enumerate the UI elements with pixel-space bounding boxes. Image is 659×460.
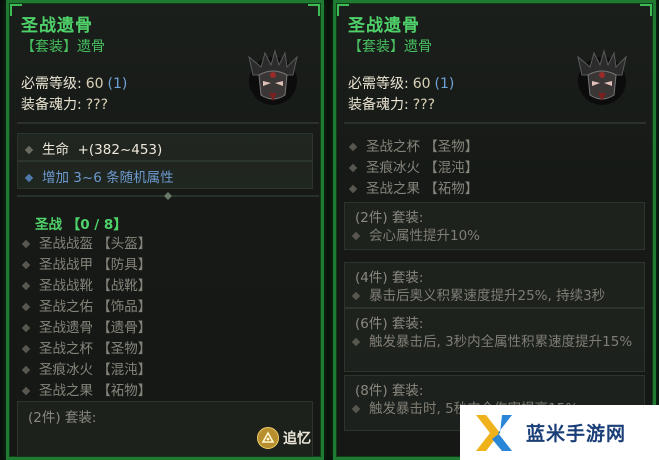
set-bonus-text-content: 会心属性提升10% bbox=[369, 228, 481, 244]
set-header: 圣战 【0 / 8】 bbox=[35, 217, 127, 233]
watermark: 蓝米手游网 bbox=[460, 405, 659, 460]
set-item-label: 圣战之杯 【圣物】 bbox=[366, 139, 479, 155]
ornament-divider bbox=[344, 122, 646, 124]
set-item: 圣战之杯 【圣物】 bbox=[21, 337, 152, 357]
required-level: 必需等级: 60 (1) bbox=[21, 73, 127, 93]
item-type: 【套装】遗骨 bbox=[348, 39, 432, 55]
stat-box-random: 增加 3~6 条随机属性 bbox=[17, 161, 313, 189]
set-bonus-head: (8件) 套装: bbox=[355, 383, 424, 399]
helmet-portrait-icon bbox=[248, 49, 298, 105]
bullet-icon bbox=[351, 337, 361, 347]
required-level-paren: (1) bbox=[434, 76, 455, 92]
watermark-text: 蓝米手游网 bbox=[526, 423, 627, 445]
set-item-label: 圣战战甲 【防具】 bbox=[39, 257, 152, 273]
bullet-icon bbox=[21, 344, 31, 354]
bullet-icon bbox=[21, 302, 31, 312]
set-item-label: 圣战战靴 【战靴】 bbox=[39, 278, 152, 294]
bullet-icon bbox=[21, 281, 31, 291]
frame-corner bbox=[640, 4, 652, 16]
bullet-icon bbox=[348, 163, 358, 173]
set-bonus-text: 会心属性提升10% bbox=[349, 226, 638, 247]
recall-button[interactable]: 追忆 bbox=[257, 427, 311, 449]
set-item-label: 圣战遗骨 【遗骨】 bbox=[39, 320, 152, 336]
bullet-icon bbox=[21, 239, 31, 249]
bullet-icon bbox=[348, 184, 358, 194]
set-bonus-head: (6件) 套装: bbox=[355, 316, 424, 332]
set-item-label: 圣战之果 【祏物】 bbox=[39, 383, 152, 399]
item-tooltip-left: 圣战遗骨 【套装】遗骨 必需等级: 60 (1) 装备魂力:??? 生命 +(382… bbox=[6, 0, 324, 460]
stat-life-label: 生命 bbox=[42, 142, 69, 158]
stat-random-text: 增加 3~6 条随机属性 bbox=[42, 170, 174, 186]
bullet-icon bbox=[21, 365, 31, 375]
set-bonus-group: (2件) 套装: 会心属性提升10% bbox=[344, 202, 645, 250]
stat-life: 生命 +(382~453) bbox=[24, 138, 163, 158]
required-level-value: 60 bbox=[412, 76, 431, 92]
required-level-value: 60 bbox=[85, 76, 104, 92]
ornament-divider bbox=[17, 122, 319, 124]
recall-icon bbox=[257, 427, 279, 449]
required-level-paren: (1) bbox=[107, 76, 128, 92]
set-item: 圣战战盔 【头盔】 bbox=[21, 232, 152, 252]
set-bonus-text-content: 暴击后奥义积累速度提升25%, 持续3秒 bbox=[369, 288, 606, 304]
bonus-partial-head: (2件) 套装: bbox=[28, 410, 97, 426]
set-bonus-head: (2件) 套装: bbox=[355, 210, 424, 226]
bullet-icon bbox=[348, 142, 358, 152]
ornament-divider bbox=[17, 192, 319, 200]
required-level-label: 必需等级: bbox=[348, 76, 409, 92]
set-item-label: 圣战之杯 【圣物】 bbox=[39, 341, 152, 357]
soul-power-value: ??? bbox=[412, 97, 436, 113]
set-item-label: 圣痕冰火 【混沌】 bbox=[366, 160, 479, 176]
item-title: 圣战遗骨 bbox=[348, 16, 420, 36]
set-item: 圣战之果 【祏物】 bbox=[348, 177, 479, 197]
set-item: 圣战之杯 【圣物】 bbox=[348, 135, 479, 155]
watermark-logo-icon bbox=[476, 414, 512, 451]
set-bonus-text-content: 触发暴击后, 3秒内全属性积累速度提升15% bbox=[369, 334, 633, 350]
stat-life-value: +(382~453) bbox=[77, 142, 163, 158]
set-item: 圣痕冰火 【混沌】 bbox=[21, 358, 152, 378]
set-item: 圣战战靴 【战靴】 bbox=[21, 274, 152, 294]
bullet-icon bbox=[24, 145, 34, 155]
soul-power-label: 装备魂力: bbox=[21, 97, 82, 113]
required-level: 必需等级: 60 (1) bbox=[348, 73, 454, 93]
bullet-icon bbox=[24, 173, 34, 183]
set-item-label: 圣痕冰火 【混沌】 bbox=[39, 362, 152, 378]
set-bonus-group: (6件) 套装: 触发暴击后, 3秒内全属性积累速度提升15% bbox=[344, 308, 645, 372]
bullet-icon bbox=[21, 260, 31, 270]
bullet-icon bbox=[21, 323, 31, 333]
frame-corner bbox=[308, 4, 320, 16]
bullet-icon bbox=[21, 386, 31, 396]
item-type: 【套装】遗骨 bbox=[21, 39, 105, 55]
set-bonus-group: (4件) 套装: 暴击后奥义积累速度提升25%, 持续3秒 bbox=[344, 262, 645, 308]
set-item: 圣战之果 【祏物】 bbox=[21, 379, 152, 399]
set-item: 圣战遗骨 【遗骨】 bbox=[21, 316, 152, 336]
set-bonus-head: (4件) 套装: bbox=[355, 270, 424, 286]
stat-random: 增加 3~6 条随机属性 bbox=[24, 166, 174, 186]
required-level-label: 必需等级: bbox=[21, 76, 82, 92]
recall-label: 追忆 bbox=[283, 431, 311, 447]
item-title: 圣战遗骨 bbox=[21, 16, 93, 36]
set-item: 圣战之佑 【饰品】 bbox=[21, 295, 152, 315]
set-bonus-text: 触发暴击后, 3秒内全属性积累速度提升15% bbox=[349, 332, 638, 353]
set-item-label: 圣战之佑 【饰品】 bbox=[39, 299, 152, 315]
set-item: 圣战战甲 【防具】 bbox=[21, 253, 152, 273]
item-tooltip-right: 圣战遗骨 【套装】遗骨 必需等级: 60 (1) 装备魂力:??? 圣战之杯 【圣物… bbox=[333, 0, 656, 460]
set-bonus-text: 暴击后奥义积累速度提升25%, 持续3秒 bbox=[349, 286, 638, 307]
bullet-icon bbox=[351, 231, 361, 241]
set-item-label: 圣战之果 【祏物】 bbox=[366, 181, 479, 197]
soul-power-value: ??? bbox=[85, 97, 109, 113]
stat-box-life: 生命 +(382~453) bbox=[17, 133, 313, 161]
soul-power-label: 装备魂力: bbox=[348, 97, 409, 113]
set-item: 圣痕冰火 【混沌】 bbox=[348, 156, 479, 176]
soul-power: 装备魂力:??? bbox=[21, 94, 108, 114]
set-item-label: 圣战战盔 【头盔】 bbox=[39, 236, 152, 252]
soul-power: 装备魂力:??? bbox=[348, 94, 435, 114]
bullet-icon bbox=[351, 291, 361, 301]
bullet-icon bbox=[351, 404, 361, 414]
helmet-portrait-icon bbox=[577, 49, 627, 105]
